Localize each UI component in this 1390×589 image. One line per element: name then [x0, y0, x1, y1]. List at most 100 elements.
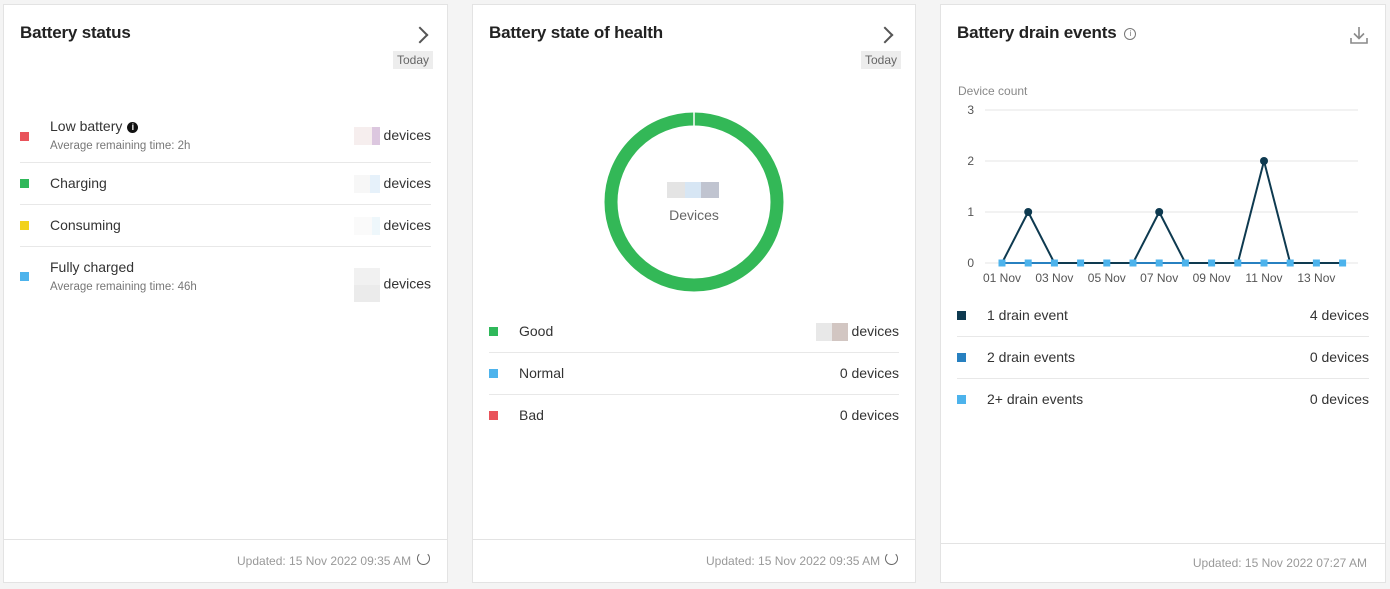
- item-label: Consuming: [50, 217, 121, 233]
- redacted-count: [815, 323, 848, 342]
- bad-color-swatch: [489, 411, 498, 420]
- x-tick-label: 05 Nov: [1088, 271, 1126, 285]
- good-color-swatch: [489, 327, 498, 336]
- data-point: [1234, 259, 1242, 267]
- list-item: Low battery i Average remaining time: 2h …: [20, 109, 431, 163]
- card-title: Battery state of health: [489, 23, 663, 42]
- data-point: [1129, 259, 1137, 267]
- donut-ring-good: [604, 112, 784, 292]
- data-point: [1077, 259, 1085, 267]
- data-point: [1155, 259, 1163, 267]
- x-tick-label: 11 Nov: [1245, 271, 1282, 285]
- card-footer: Updated: 15 Nov 2022 09:35 AM: [4, 539, 447, 582]
- battery-health-card: Battery state of health Today Devices Go…: [472, 4, 916, 583]
- charging-color-swatch: [20, 179, 29, 188]
- y-tick-label: 0: [967, 256, 974, 270]
- updated-timestamp: Updated: 15 Nov 2022 09:35 AM: [237, 554, 412, 568]
- item-label: Normal: [519, 365, 565, 381]
- legend-swatch-2-drain: [957, 353, 966, 362]
- card-title: Battery drain events: [957, 23, 1117, 42]
- data-point: [1260, 259, 1268, 267]
- item-subtext: Average remaining time: 46h: [50, 281, 197, 293]
- list-item: Normal 0 devices: [489, 352, 899, 395]
- data-point: [1208, 259, 1216, 267]
- donut-center-label: Devices: [669, 207, 719, 223]
- legend-value: 0 devices: [1309, 349, 1369, 365]
- item-value: 0 devices: [839, 407, 899, 423]
- x-tick-label: 07 Nov: [1140, 271, 1178, 285]
- data-point: [1024, 208, 1033, 216]
- list-item: Consuming devices: [20, 204, 431, 247]
- item-value-unit: devices: [383, 175, 431, 191]
- card-footer: Updated: 15 Nov 2022 07:27 AM: [941, 543, 1385, 582]
- data-point: [1050, 259, 1058, 267]
- item-label: Fully charged: [50, 259, 135, 275]
- redacted-count: [353, 127, 380, 146]
- list-item: 2+ drain events 0 devices: [957, 378, 1369, 420]
- y-tick-label: 3: [967, 103, 974, 117]
- item-value: devices: [851, 323, 899, 339]
- data-point: [998, 259, 1006, 267]
- data-point: [1339, 259, 1347, 267]
- y-axis-title: Device count: [958, 84, 1028, 98]
- list-item: 1 drain event 4 devices: [957, 294, 1369, 337]
- list-item: Bad 0 devices: [489, 394, 899, 436]
- data-point: [1103, 259, 1111, 267]
- legend-swatch-1-drain: [957, 311, 966, 320]
- battery-status-card: Battery status Today Low battery i Averag…: [3, 4, 448, 583]
- x-tick-label: 03 Nov: [1035, 271, 1073, 285]
- item-value-unit: devices: [383, 127, 431, 143]
- redacted-count: [667, 182, 719, 198]
- data-point: [1286, 259, 1294, 267]
- item-value-unit: devices: [383, 275, 431, 292]
- x-tick-label: 13 Nov: [1297, 271, 1335, 285]
- list-item: Charging devices: [20, 162, 431, 205]
- legend-label: 2 drain events: [987, 349, 1075, 365]
- item-value: 0 devices: [839, 365, 899, 381]
- y-tick-label: 1: [967, 205, 974, 219]
- refresh-icon[interactable]: [417, 552, 430, 565]
- legend-swatch-2plus-drain: [957, 395, 966, 404]
- redacted-count: [353, 268, 380, 302]
- data-point: [1181, 259, 1189, 267]
- redacted-count: [353, 175, 380, 194]
- list-item: 2 drain events 0 devices: [957, 336, 1369, 379]
- legend-label: 1 drain event: [987, 307, 1068, 323]
- legend-value: 0 devices: [1309, 391, 1369, 407]
- download-icon[interactable]: [1348, 24, 1370, 46]
- consuming-color-swatch: [20, 221, 29, 230]
- chevron-right-icon[interactable]: [876, 26, 894, 44]
- period-badge: Today: [393, 51, 434, 69]
- data-point: [1312, 259, 1320, 267]
- card-footer: Updated: 15 Nov 2022 09:35 AM: [473, 539, 915, 582]
- info-icon[interactable]: i: [1124, 28, 1137, 40]
- list-item: Fully charged Average remaining time: 46…: [20, 246, 431, 302]
- y-tick-label: 2: [967, 154, 974, 168]
- updated-timestamp: Updated: 15 Nov 2022 07:27 AM: [1192, 556, 1367, 570]
- item-label: Charging: [50, 175, 107, 191]
- refresh-icon[interactable]: [885, 552, 898, 565]
- period-badge: Today: [861, 51, 902, 69]
- drain-events-line-chart: Device count 0 1 2 3 01 Nov 03 Nov 05 Nov 07 Nov…: [958, 84, 1358, 285]
- health-donut-chart: [604, 112, 784, 292]
- info-icon[interactable]: i: [127, 122, 139, 133]
- item-value-unit: devices: [383, 217, 431, 233]
- battery-drain-card: Battery drain events i Device count 0 1 2 3 01…: [940, 4, 1386, 583]
- x-tick-label: 09 Nov: [1193, 271, 1231, 285]
- data-point: [1155, 208, 1164, 216]
- updated-timestamp: Updated: 15 Nov 2022 09:35 AM: [706, 554, 881, 568]
- data-point: [1024, 259, 1032, 267]
- item-label: Good: [519, 323, 554, 339]
- data-point: [1260, 157, 1268, 165]
- fully-charged-color-swatch: [20, 272, 29, 281]
- normal-color-swatch: [489, 369, 498, 378]
- card-title: Battery status: [20, 23, 131, 42]
- low-battery-color-swatch: [20, 132, 29, 141]
- chevron-right-icon[interactable]: [411, 26, 429, 44]
- x-tick-label: 01 Nov: [983, 271, 1021, 285]
- legend-label: 2+ drain events: [987, 391, 1084, 407]
- redacted-count: [353, 217, 380, 236]
- item-label: Low battery: [50, 118, 123, 134]
- list-item: Good devices: [489, 310, 899, 353]
- legend-value: 4 devices: [1309, 307, 1369, 323]
